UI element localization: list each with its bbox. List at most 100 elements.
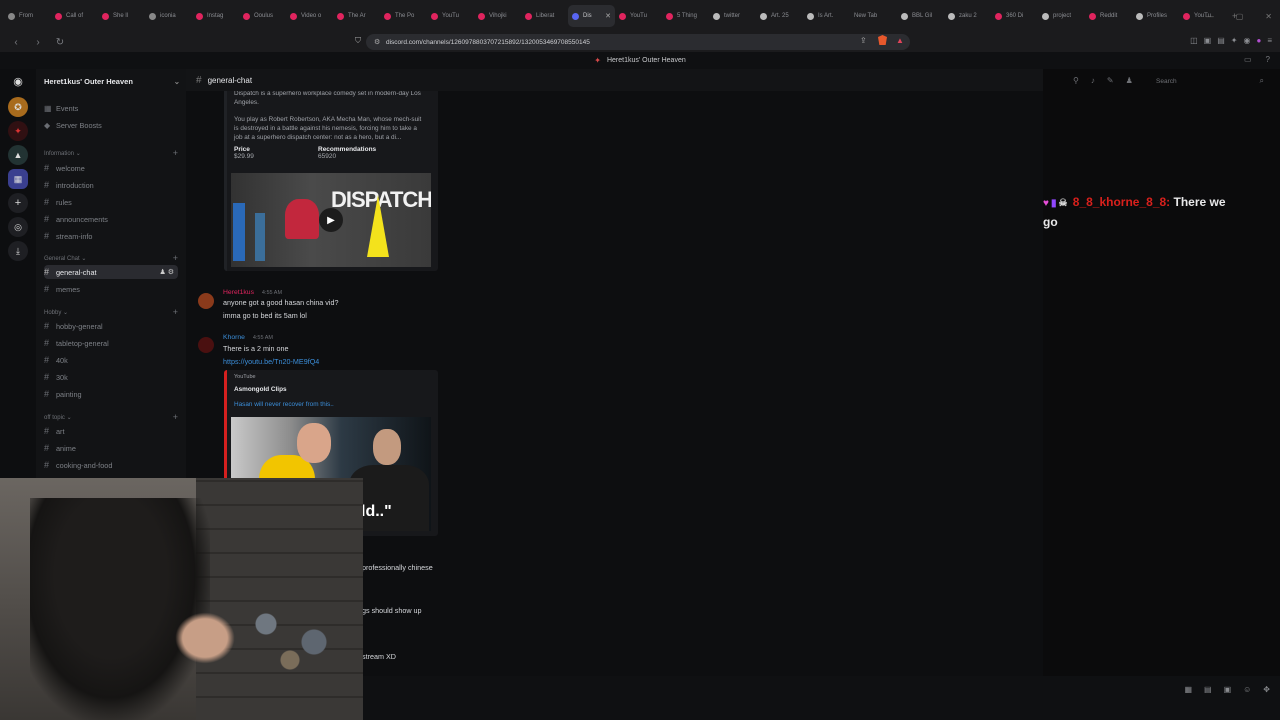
download-icon[interactable]: ⤓ [8, 241, 28, 261]
channel-30k[interactable]: #30k [44, 370, 178, 384]
category-information[interactable]: Information ⌄ + [44, 148, 178, 158]
channel-memes[interactable]: # memes [44, 282, 178, 296]
inbox-icon[interactable]: ▭ [1244, 55, 1252, 64]
emoji-icon[interactable]: ☺ [1243, 685, 1251, 694]
category-general[interactable]: General Chat ⌄ + [44, 253, 178, 263]
channel-introduction[interactable]: # introduction [44, 178, 178, 192]
discord-home-icon[interactable]: ◉ [8, 71, 28, 91]
channel-40k[interactable]: #40k [44, 353, 178, 367]
avatar[interactable] [198, 337, 214, 353]
browser-tab[interactable]: Is Art. [803, 5, 850, 27]
maximize-icon[interactable]: ▢ [1236, 12, 1244, 21]
puzzle-icon[interactable]: ✦ [1231, 36, 1238, 45]
menu-icon[interactable]: ≡ [1267, 36, 1272, 45]
events-item[interactable]: ▦ Events [44, 101, 178, 115]
browser-tab[interactable]: From [4, 5, 51, 27]
vpn-icon[interactable]: ◉ [1244, 36, 1251, 45]
channel-welcome[interactable]: # welcome [44, 161, 178, 175]
profile-icon[interactable]: ● [1256, 36, 1261, 45]
channel-general-chat[interactable]: # general-chat ♟ ⚙ [44, 265, 178, 279]
server-icon-4[interactable]: ▦ [8, 169, 28, 189]
channel-tabletop-general[interactable]: # tabletop-general [44, 336, 178, 350]
play-icon[interactable]: ▶ [319, 208, 343, 232]
minimize-icon[interactable]: — [1206, 12, 1214, 21]
youtube-link[interactable]: https://youtu.be/Tn20-ME9fQ4 [223, 357, 319, 366]
reload-icon[interactable]: ↻ [54, 37, 66, 48]
author-name[interactable]: Heret1kus [223, 289, 254, 296]
channel-hobby-general[interactable]: # hobby-general [44, 319, 178, 333]
browser-tab[interactable]: Dis ✕ [568, 5, 615, 27]
browser-tab[interactable]: project [1038, 5, 1085, 27]
bookmark-icon[interactable]: ⛉ [355, 36, 361, 46]
channel-cooking-and-food[interactable]: # cooking-and-food [44, 458, 178, 472]
extensions-icon[interactable]: ▣ [1204, 36, 1212, 45]
category-hobby[interactable]: Hobby ⌄ + [44, 307, 178, 317]
notification-bell-icon[interactable]: ♪ [1091, 76, 1095, 85]
add-channel-icon[interactable]: + [173, 253, 178, 263]
author-name[interactable]: Khorne [223, 334, 245, 341]
address-bar[interactable]: ⚙ discord.com/channels/12609788037072158… [366, 34, 910, 50]
channel-stream-info[interactable]: # stream-info [44, 229, 178, 243]
browser-tab[interactable]: BBL Gil [897, 5, 944, 27]
discover-icon[interactable]: ◎ [8, 217, 28, 237]
channel-art[interactable]: # art [44, 424, 178, 438]
browser-tab[interactable]: New Tab [850, 5, 897, 27]
sticker-icon[interactable]: ▣ [1224, 685, 1232, 694]
server-icon-1[interactable]: ✪ [8, 97, 28, 117]
browser-tab[interactable]: Instag [192, 5, 239, 27]
embed-title[interactable]: Hasan will never recover from this.. [234, 400, 334, 409]
gift-icon[interactable]: ▦ [1184, 685, 1192, 694]
add-channel-icon[interactable]: + [173, 412, 178, 422]
add-server-icon[interactable]: + [8, 193, 28, 213]
server-header[interactable]: Heret1kus' Outer Heaven ⌄ [44, 77, 184, 86]
server-boosts-item[interactable]: ◆ Server Boosts [44, 118, 178, 132]
settings-gear-icon[interactable]: ⚙ [168, 269, 174, 276]
browser-tab[interactable]: 360 Di [991, 5, 1038, 27]
invite-icon[interactable]: ♟ [159, 269, 165, 276]
channel-announcements[interactable]: # announcements [44, 212, 178, 226]
back-icon[interactable]: ‹ [10, 37, 22, 48]
add-channel-icon[interactable]: + [173, 148, 178, 158]
browser-tab[interactable]: YouTu [427, 5, 474, 27]
rewards-icon[interactable]: ▲ [896, 36, 904, 45]
browser-tab[interactable]: YouTu [615, 5, 662, 27]
browser-tab[interactable]: The Po [380, 5, 427, 27]
close-window-icon[interactable]: ✕ [1265, 12, 1272, 21]
browser-tab[interactable]: Art. 25 [756, 5, 803, 27]
threads-icon[interactable]: ⚲ [1073, 76, 1079, 85]
add-channel-icon[interactable]: + [173, 307, 178, 317]
channel-anime[interactable]: # anime [44, 441, 178, 455]
search-input[interactable]: Search ⌕ [1150, 74, 1270, 88]
channel-rules[interactable]: # rules [44, 195, 178, 209]
channel-painting[interactable]: # painting [44, 387, 178, 401]
browser-tab[interactable]: Profiles [1132, 5, 1179, 27]
gif-icon[interactable]: ▤ [1204, 685, 1212, 694]
server-icon-2[interactable]: ✦ [8, 121, 28, 141]
avatar[interactable] [198, 293, 214, 309]
browser-tab[interactable]: Liberat [521, 5, 568, 27]
browser-tab[interactable]: Call of [51, 5, 98, 27]
share-icon[interactable]: ⇪ [860, 36, 867, 45]
dispatch-video-thumbnail[interactable]: DISPATCH ▶ [231, 173, 431, 267]
browser-tab[interactable]: Vihojki [474, 5, 521, 27]
server-icon-3[interactable]: ▲ [8, 145, 28, 165]
category-offtopic[interactable]: off topic ⌄ + [44, 412, 178, 422]
wallet-icon[interactable]: ▤ [1217, 36, 1225, 45]
browser-tab[interactable]: twitter [709, 5, 756, 27]
browser-tab[interactable]: zaku 2 [944, 5, 991, 27]
embed-author[interactable]: Asmongold Clips [234, 385, 287, 394]
sidebar-toggle-icon[interactable]: ◫ [1190, 36, 1198, 45]
browser-tab[interactable]: Reddit [1085, 5, 1132, 27]
forward-icon[interactable]: › [32, 37, 44, 48]
browser-tab[interactable]: Video o [286, 5, 333, 27]
brave-shields-icon[interactable] [878, 35, 887, 45]
browser-tab[interactable]: She ll [98, 5, 145, 27]
browser-tab[interactable]: The Ar [333, 5, 380, 27]
browser-tab[interactable]: 5 Thing [662, 5, 709, 27]
members-icon[interactable]: ♟ [1126, 76, 1133, 85]
site-settings-icon[interactable]: ⚙ [374, 38, 380, 46]
tab-close-icon[interactable]: ✕ [605, 12, 611, 20]
apps-icon[interactable]: ✥ [1263, 685, 1270, 694]
browser-tab[interactable]: Ooulus [239, 5, 286, 27]
browser-tab[interactable]: iconia [145, 5, 192, 27]
